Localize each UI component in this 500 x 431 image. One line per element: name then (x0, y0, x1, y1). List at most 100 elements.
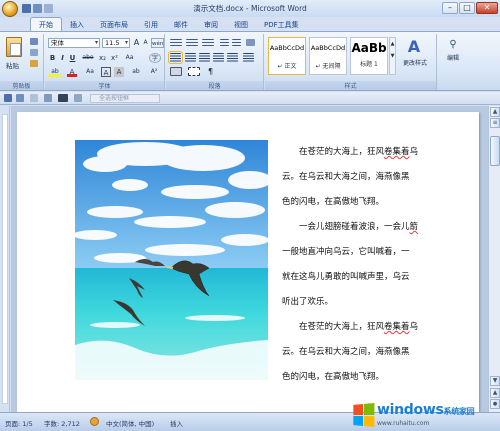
tab-insert[interactable]: 插入 (62, 18, 92, 31)
scroll-down-button[interactable]: ▼ (490, 376, 500, 386)
document-area[interactable]: 在苍茫的大海上，狂风卷集着乌 云。在乌云和大海之间，海燕像黑 色的闪电，在高傲地… (11, 106, 488, 412)
minimize-button[interactable]: – (442, 2, 458, 14)
tab-page-layout[interactable]: 页面布局 (92, 18, 136, 31)
text-line-part: 乌 (409, 147, 419, 157)
scroll-up-button[interactable]: ▲ (490, 107, 500, 117)
bullets-icon[interactable] (170, 39, 182, 46)
quick-access-toolbar: 全选按钮框 (0, 92, 500, 105)
tab-review[interactable]: 审阅 (196, 18, 226, 31)
show-marks-icon[interactable]: ¶ (208, 67, 218, 76)
increase-indent-icon[interactable] (232, 39, 241, 46)
sort-icon[interactable] (246, 39, 255, 46)
highlight-button[interactable]: ab (48, 67, 62, 77)
align-center-icon[interactable] (185, 53, 196, 62)
select-all-field[interactable]: 全选按钮框 (90, 94, 160, 103)
cut-icon[interactable] (30, 38, 38, 45)
body-text[interactable]: 在苍茫的大海上，狂风卷集着乌 云。在乌云和大海之间，海燕像黑 色的闪电，在高傲地… (282, 140, 442, 390)
find-icon[interactable]: ⚲ (446, 39, 460, 51)
text-line-part: 一会儿翅膀碰着波浪，一会儿 (299, 222, 410, 232)
close-button[interactable]: ✕ (476, 2, 498, 14)
style-heading1[interactable]: AaBb 标题 1 (350, 37, 388, 75)
ruler-toggle-button[interactable]: ≡ (490, 118, 500, 128)
insert-mode[interactable]: 插入 (170, 418, 183, 428)
pen-icon[interactable] (58, 94, 68, 102)
shading-icon[interactable] (170, 67, 182, 76)
windows-logo-icon (353, 402, 375, 428)
align-left-icon[interactable] (168, 51, 183, 64)
style-no-spacing[interactable]: AaBbCcDd ↵ 无间隔 (309, 37, 347, 75)
document-page[interactable]: 在苍茫的大海上，狂风卷集着乌 云。在乌云和大海之间，海燕像黑 色的闪电，在高傲地… (17, 112, 479, 412)
tab-references[interactable]: 引用 (136, 18, 166, 31)
change-case-button[interactable]: Aa (123, 53, 136, 63)
char-border-button[interactable]: A (101, 67, 111, 77)
line-spacing-icon[interactable] (243, 53, 254, 62)
styles-label: 样式 (265, 81, 436, 90)
decrease-indent-icon[interactable] (220, 39, 229, 46)
text-line: 听出了欢乐。 (282, 297, 334, 307)
char-shading-button[interactable]: A (114, 67, 124, 77)
tab-view[interactable]: 视图 (226, 18, 256, 31)
text-line-part: 在苍茫的大海上，狂风 (299, 322, 385, 332)
tab-home[interactable]: 开始 (30, 17, 62, 31)
seagull-picture[interactable] (75, 140, 268, 380)
strikethrough-button[interactable]: abe (81, 53, 95, 63)
language-indicator[interactable]: 中文(简体, 中国) (106, 418, 154, 428)
seagull-image (75, 140, 268, 380)
font-color-button[interactable]: A (67, 67, 77, 77)
align-right-icon[interactable] (199, 53, 210, 62)
multilevel-list-icon[interactable] (202, 39, 214, 46)
maximize-button[interactable]: □ (459, 2, 475, 14)
paste-button-label[interactable]: 粘贴 (6, 60, 19, 70)
print-preview-icon[interactable] (44, 94, 52, 102)
shrink-font-button[interactable]: A (141, 38, 150, 48)
text-line: 云。在乌云和大海之间，海燕像黑 (282, 172, 410, 182)
editing-button[interactable]: 编辑 (440, 54, 466, 64)
scroll-thumb[interactable] (490, 136, 500, 166)
subscript-button[interactable]: x₂ (97, 53, 108, 63)
distributed-icon[interactable] (227, 53, 238, 62)
paste-icon[interactable] (6, 37, 22, 57)
undo-icon[interactable] (16, 94, 24, 102)
prev-page-button[interactable]: ▲ (490, 388, 500, 398)
underline-button[interactable]: U (68, 53, 77, 63)
draw-table-icon[interactable] (74, 94, 82, 102)
borders-icon[interactable] (188, 67, 200, 76)
char-scale-button[interactable]: ab (131, 67, 141, 77)
font-name-select[interactable]: 宋体 (48, 38, 100, 48)
watermark-brand-suffix: 系统家园 (443, 407, 475, 416)
change-styles-icon[interactable]: A (404, 39, 424, 55)
format-painter-icon[interactable] (30, 60, 38, 67)
styles-scroll-button[interactable]: ▲ ▼ (389, 37, 396, 75)
tab-mailings[interactable]: 邮件 (166, 18, 196, 31)
style-normal[interactable]: AaBbCcDd ↵ 正文 (268, 37, 306, 75)
clear-format-button[interactable]: Aa (83, 67, 97, 77)
word-count[interactable]: 字数: 2,712 (44, 418, 80, 428)
text-line: 在苍茫的大海上，狂风卷集着乌 (282, 140, 442, 165)
phonetic-button[interactable]: wén (151, 38, 164, 48)
font-size-select[interactable]: 11.5 (102, 38, 130, 48)
numbering-icon[interactable] (186, 39, 198, 46)
save-icon[interactable] (4, 94, 12, 102)
tab-pdf-tools[interactable]: PDF工具集 (256, 18, 307, 31)
justify-icon[interactable] (213, 53, 224, 62)
enclose-char-button[interactable]: 字 (149, 53, 161, 63)
styles-group: AaBbCcDd ↵ 正文 AaBbCcDd ↵ 无间隔 AaBb 标题 1 ▲… (265, 34, 437, 90)
vertical-scrollbar[interactable]: ▲ ≡ ▼ ▲ ● (488, 106, 500, 412)
superscript-button[interactable]: x² (109, 53, 120, 63)
text-line: 一会儿翅膀碰着波浪，一会儿箭 (282, 215, 442, 240)
ribbon: 粘贴 剪贴板 宋体 11.5 A A wén B I U abe x₂ x² A… (0, 31, 500, 91)
bold-button[interactable]: B (48, 53, 57, 63)
change-styles-button[interactable]: 更改样式 (398, 59, 432, 69)
watermark-brand: windows (377, 402, 444, 418)
text-line-part: 在苍茫的大海上，狂风 (299, 147, 385, 157)
proofing-icon[interactable] (90, 417, 99, 426)
copy-icon[interactable] (30, 49, 38, 56)
text-line: 色的闪电，在高傲地飞翔。 (282, 197, 385, 207)
style-heading1-sample: AaBb (351, 41, 387, 55)
grow-font-button[interactable]: A (132, 38, 141, 48)
italic-button[interactable]: I (58, 53, 67, 63)
clipboard-group: 粘贴 剪贴板 (0, 34, 44, 90)
char-spacing-button[interactable]: A² (147, 67, 161, 77)
redo-icon[interactable] (30, 94, 38, 102)
page-indicator[interactable]: 页面: 1/5 (5, 418, 33, 428)
